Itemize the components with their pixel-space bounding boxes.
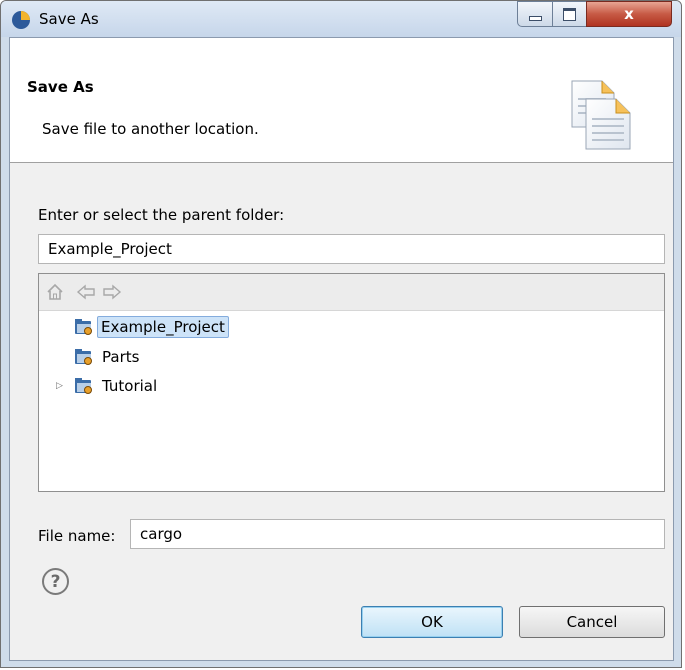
tree-item-tutorial[interactable]: Tutorial — [75, 374, 162, 398]
parent-folder-input[interactable]: Example_Project — [38, 234, 665, 264]
close-button[interactable]: x — [586, 1, 672, 27]
forward-arrow-icon[interactable] — [102, 283, 122, 301]
banner-title: Save As — [27, 78, 94, 96]
tree-item-label: Parts — [102, 348, 140, 366]
minimize-icon — [528, 15, 542, 21]
maximize-icon — [563, 7, 576, 21]
dialog-client-area: Save As Save file to another location. E… — [9, 37, 674, 661]
tree-toolbar — [39, 274, 664, 311]
project-folder-icon — [75, 319, 93, 335]
file-name-input[interactable]: cargo — [130, 519, 665, 549]
expand-arrow-icon[interactable]: ▷ — [56, 381, 63, 391]
tree-item-parts[interactable]: Parts — [75, 345, 144, 369]
home-icon[interactable] — [46, 283, 64, 301]
save-as-documents-icon — [571, 80, 631, 150]
tree-item-label: Tutorial — [102, 377, 158, 395]
project-folder-icon — [75, 378, 93, 394]
tree-item-label: Example_Project — [97, 316, 229, 338]
cancel-button[interactable]: Cancel — [519, 606, 665, 638]
project-folder-icon — [75, 349, 93, 365]
banner-description: Save file to another location. — [42, 120, 259, 138]
minimize-button[interactable] — [517, 1, 553, 27]
folder-tree[interactable]: Example_Project Parts ▷ Tutorial — [38, 273, 665, 492]
dialog-header-banner: Save As Save file to another location. — [10, 38, 673, 163]
ok-button[interactable]: OK — [361, 606, 503, 638]
title-bar[interactable]: Save As x — [1, 1, 681, 37]
tree-item-example-project[interactable]: Example_Project — [75, 315, 229, 339]
maximize-button[interactable] — [552, 1, 587, 27]
back-arrow-icon[interactable] — [76, 283, 96, 301]
parent-folder-label: Enter or select the parent folder: — [38, 206, 285, 224]
file-name-label: File name: — [38, 527, 116, 545]
help-icon[interactable]: ? — [42, 568, 69, 595]
window-title: Save As — [39, 10, 99, 28]
close-icon: x — [624, 5, 634, 23]
save-as-dialog: Save As x Save As Save file to another l… — [0, 0, 682, 668]
eclipse-app-icon — [12, 11, 30, 29]
